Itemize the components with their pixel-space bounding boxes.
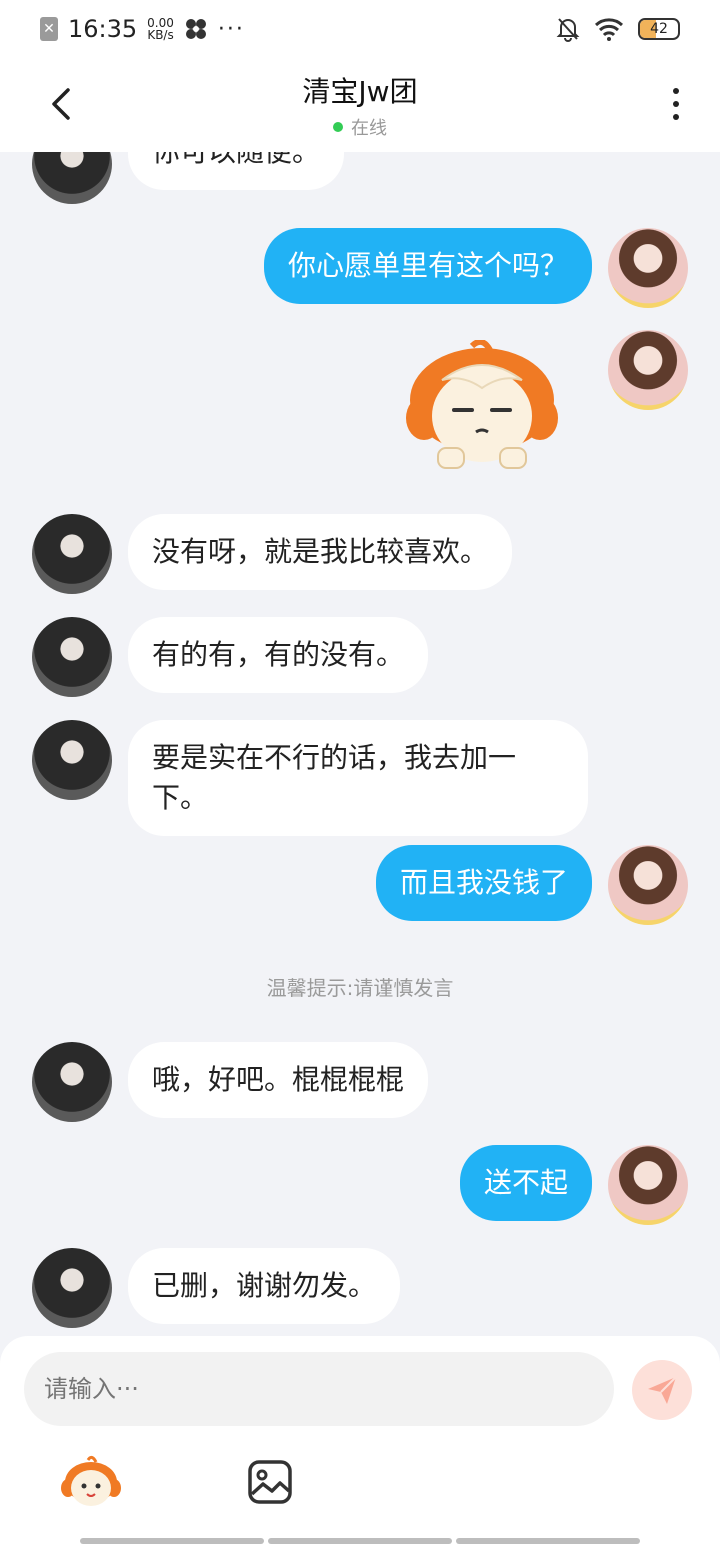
online-status-label: 在线: [350, 118, 387, 139]
online-dot-icon: [332, 122, 343, 132]
message-row: 哦，好吧。棍棍棍棍: [0, 1042, 720, 1122]
chat-title: 清宝Jw团: [302, 75, 418, 108]
image-icon[interactable]: [246, 1458, 294, 1506]
more-vertical-icon[interactable]: [666, 84, 686, 124]
message-bubble-outgoing[interactable]: 你心愿单里有这个吗？: [263, 228, 592, 304]
send-button[interactable]: [632, 1360, 692, 1420]
message-row: 你可以随便。: [0, 152, 720, 204]
message-bubble-incoming[interactable]: 已删，谢谢勿发。: [128, 1248, 401, 1324]
user-avatar[interactable]: [608, 228, 688, 308]
message-row: 没有呀，就是我比较喜欢。: [0, 514, 720, 594]
composer: [0, 1336, 720, 1544]
contact-avatar[interactable]: [32, 514, 112, 594]
status-time: 16:35: [68, 15, 138, 43]
message-list[interactable]: 你可以随便。 你心愿单里有这个吗？ 没有呀，就是我比较喜欢。 有的有，有的没有。…: [0, 152, 720, 1336]
message-bubble-outgoing[interactable]: 送不起: [459, 1145, 592, 1221]
home-indicator: [80, 1538, 640, 1544]
message-bubble-incoming[interactable]: 要是实在不行的话，我去加一下。: [128, 720, 588, 836]
message-row: 而且我没钱了: [0, 845, 720, 925]
user-avatar[interactable]: [608, 1145, 688, 1225]
chat-header: 清宝Jw团 在线: [0, 58, 720, 152]
paper-plane-icon: [648, 1376, 677, 1404]
user-avatar[interactable]: [608, 330, 688, 410]
emoji-mascot-icon[interactable]: [60, 1454, 122, 1510]
message-row: 已删，谢谢勿发。: [0, 1248, 720, 1328]
message-bubble-incoming[interactable]: 有的有，有的没有。: [128, 617, 429, 693]
message-row: 你心愿单里有这个吗？: [0, 228, 720, 308]
contact-avatar[interactable]: [32, 152, 112, 204]
contact-avatar[interactable]: [32, 720, 112, 800]
message-row: 要是实在不行的话，我去加一下。: [0, 720, 720, 836]
message-bubble-outgoing[interactable]: 而且我没钱了: [375, 845, 592, 921]
no-sim-icon: ✕: [40, 17, 58, 41]
mute-bell-icon: [556, 18, 580, 42]
user-avatar[interactable]: [608, 845, 688, 925]
mascot-face-sticker[interactable]: [402, 340, 562, 474]
message-row: 送不起: [0, 1145, 720, 1225]
safety-tip: 温馨提示:请谨慎发言: [266, 976, 454, 1000]
online-status: 在线: [302, 114, 417, 140]
message-bubble-incoming[interactable]: 哦，好吧。棍棍棍棍: [128, 1042, 429, 1118]
message-input[interactable]: [24, 1352, 614, 1426]
battery-indicator: 42: [638, 18, 680, 40]
message-row: [0, 330, 720, 480]
message-bubble-incoming[interactable]: 没有呀，就是我比较喜欢。: [128, 514, 513, 590]
wifi-icon: [594, 18, 624, 41]
message-bubble-incoming[interactable]: 你可以随便。: [128, 152, 345, 190]
chevron-left-icon[interactable]: [42, 84, 82, 124]
contact-avatar[interactable]: [32, 1248, 112, 1328]
contact-avatar[interactable]: [32, 1042, 112, 1122]
contact-avatar[interactable]: [32, 617, 112, 697]
message-row: 有的有，有的没有。: [0, 617, 720, 697]
app-notification-icon: [185, 19, 206, 39]
more-notifications-icon: ···: [217, 16, 245, 42]
status-bar: ✕ 16:35 0.00 KB/s ··· 42: [0, 0, 720, 58]
network-speed: 0.00 KB/s: [147, 16, 174, 42]
